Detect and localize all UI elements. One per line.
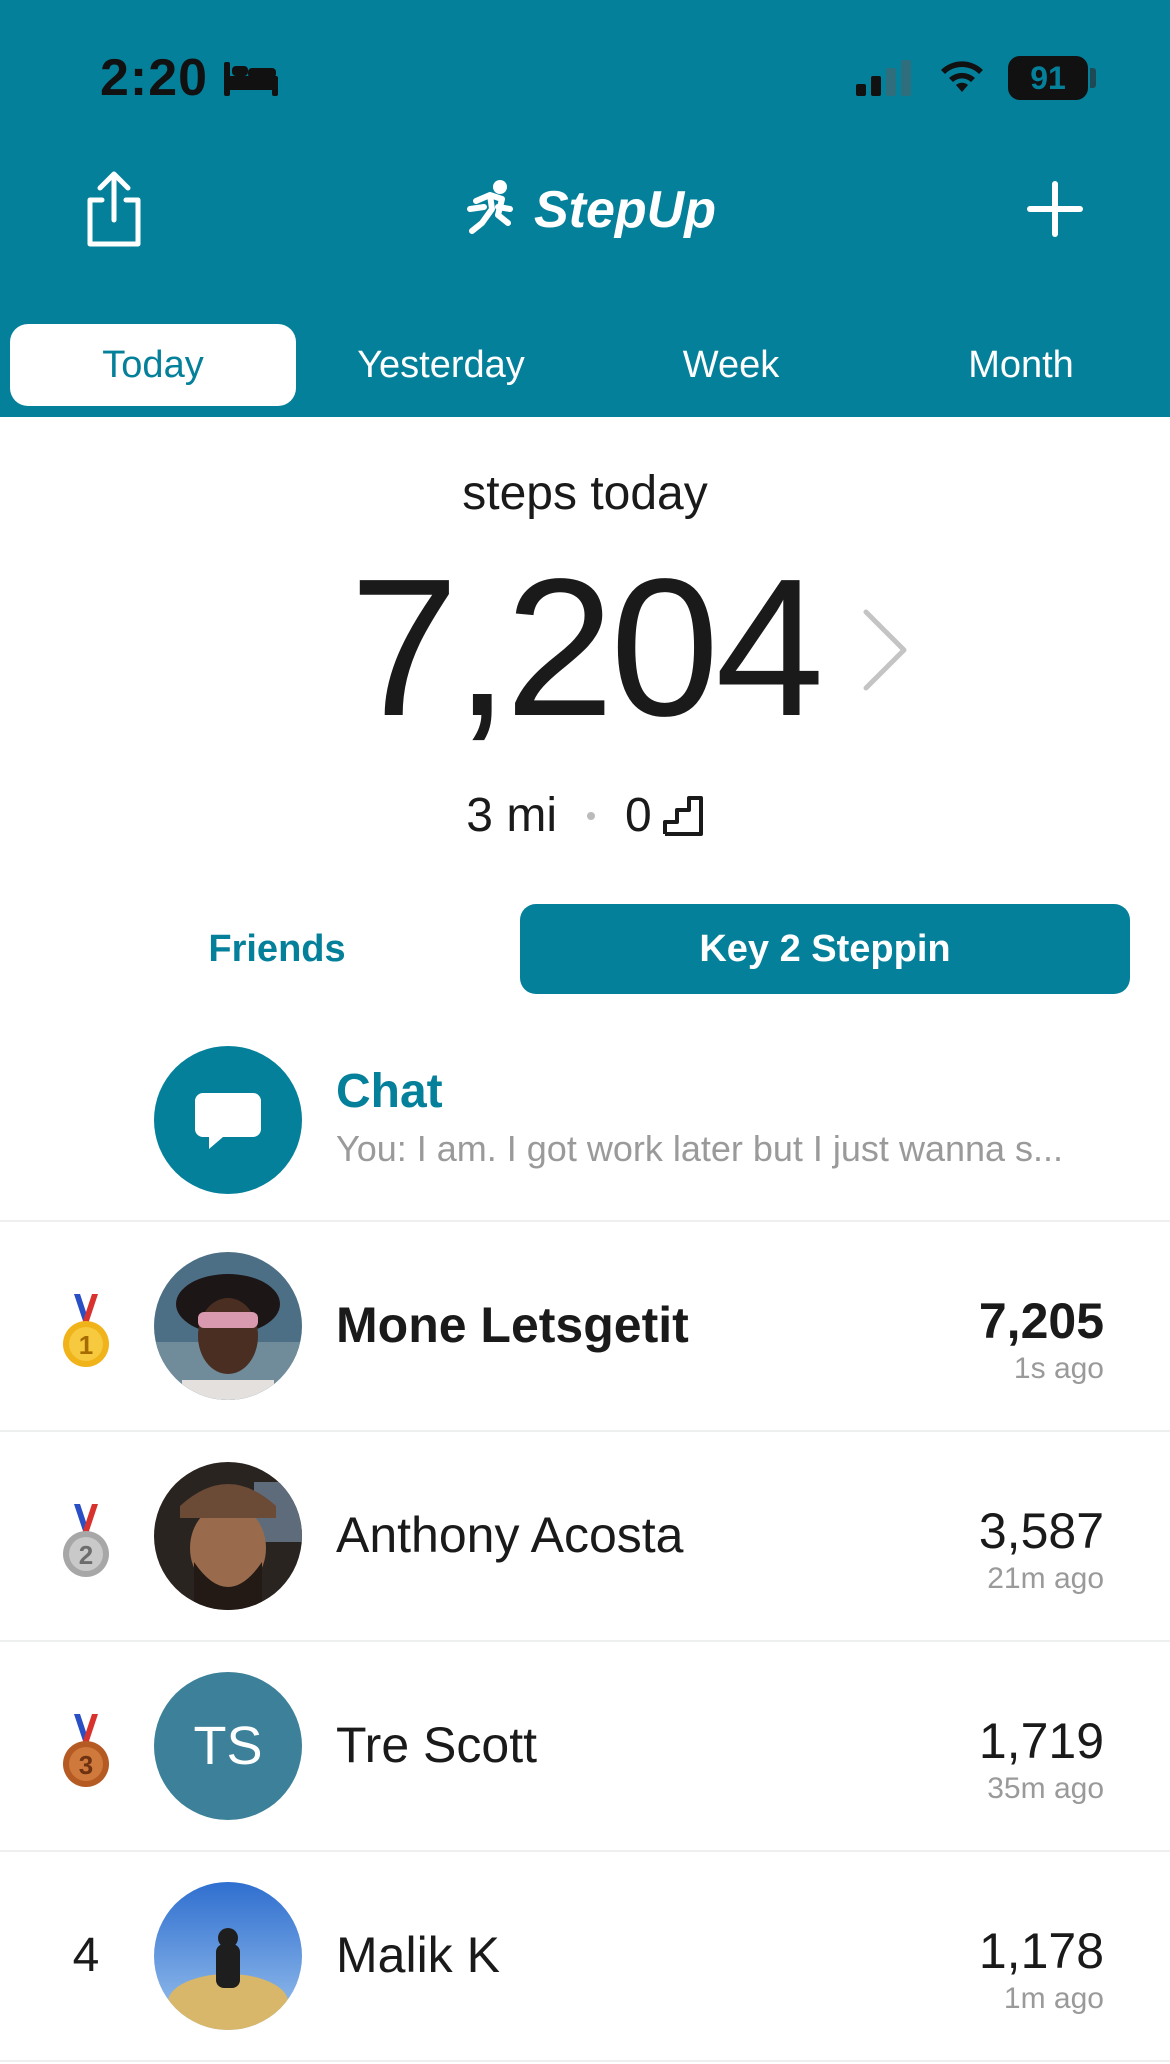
last-updated: 1m ago [1003,1982,1104,2015]
separator-dot [586,811,595,820]
tab-yesterday[interactable]: Yesterday [296,324,586,406]
last-updated: 21m ago [987,1562,1104,1595]
add-icon[interactable] [1026,180,1084,238]
app-header: 2:20 91 StepUp Today Yesterday Week Mont… [0,0,1170,417]
status-time: 2:20 [100,49,209,107]
tab-week[interactable]: Week [586,324,876,406]
avatar [154,1462,302,1610]
stairs-icon [662,795,703,836]
share-icon[interactable] [80,170,148,248]
bronze-medal-icon: 3 [63,1714,109,1787]
stats-row: 3 mi 0 [0,788,1170,843]
step-count: 7,205 [978,1293,1104,1349]
app-brand: StepUp [462,170,716,250]
leaderboard-row[interactable]: 1 Mone Letsgetit 7,205 1s ago [0,1222,1170,1430]
step-count: 1,719 [978,1713,1104,1769]
app-name: StepUp [534,181,716,239]
chevron-right-icon[interactable] [860,608,910,692]
step-count: 1,178 [978,1923,1104,1979]
chat-row[interactable]: Chat You: I am. I got work later but I j… [0,1040,1170,1220]
leaderboard-row[interactable]: 2 Anthony Acosta 3,587 21m ago [0,1432,1170,1640]
svg-text:1: 1 [79,1330,93,1360]
floors-stat: 0 [625,788,704,843]
chat-avatar [154,1046,302,1194]
battery-indicator: 91 [1008,56,1088,100]
last-updated: 1s ago [1013,1352,1104,1385]
cellular-signal-icon [856,60,911,96]
divider [0,2060,1170,2062]
rank-number: 4 [72,1929,100,1982]
silver-medal-icon: 2 [63,1504,109,1577]
member-name: Anthony Acosta [336,1507,684,1563]
svg-text:3: 3 [79,1750,93,1780]
leaderboard-row[interactable]: 3 TS Tre Scott 1,719 35m ago [0,1642,1170,1850]
member-name: Malik K [336,1927,500,1983]
wifi-icon [941,61,983,92]
steps-label: steps today [462,467,708,520]
last-updated: 35m ago [987,1772,1104,1805]
avatar-initials: TS [154,1672,302,1820]
member-name: Mone Letsgetit [336,1297,689,1353]
distance-value: 3 mi [466,789,557,842]
tab-month[interactable]: Month [876,324,1166,406]
step-count: 3,587 [978,1503,1104,1559]
member-name: Tre Scott [336,1717,537,1773]
steps-count[interactable]: 7,204 [340,548,830,748]
gold-medal-icon: 1 [63,1294,109,1367]
svg-text:2: 2 [79,1540,93,1570]
avatar [154,1882,302,2030]
runner-icon [467,180,513,234]
floors-value: 0 [624,789,652,842]
leaderboard-row[interactable]: 4 Malik K 1,178 1m ago [0,1852,1170,2060]
battery-nub [1090,68,1096,88]
chat-preview: You: I am. I got work later but I just w… [336,1128,1064,1169]
avatar [154,1252,302,1400]
tab-today[interactable]: Today [10,324,296,406]
tab-friends[interactable]: Friends [92,904,462,994]
chat-title: Chat [336,1065,443,1118]
chat-bubble-icon [195,1093,261,1149]
tab-key-2-steppin[interactable]: Key 2 Steppin [520,904,1130,994]
sleep-bed-icon [224,62,278,96]
